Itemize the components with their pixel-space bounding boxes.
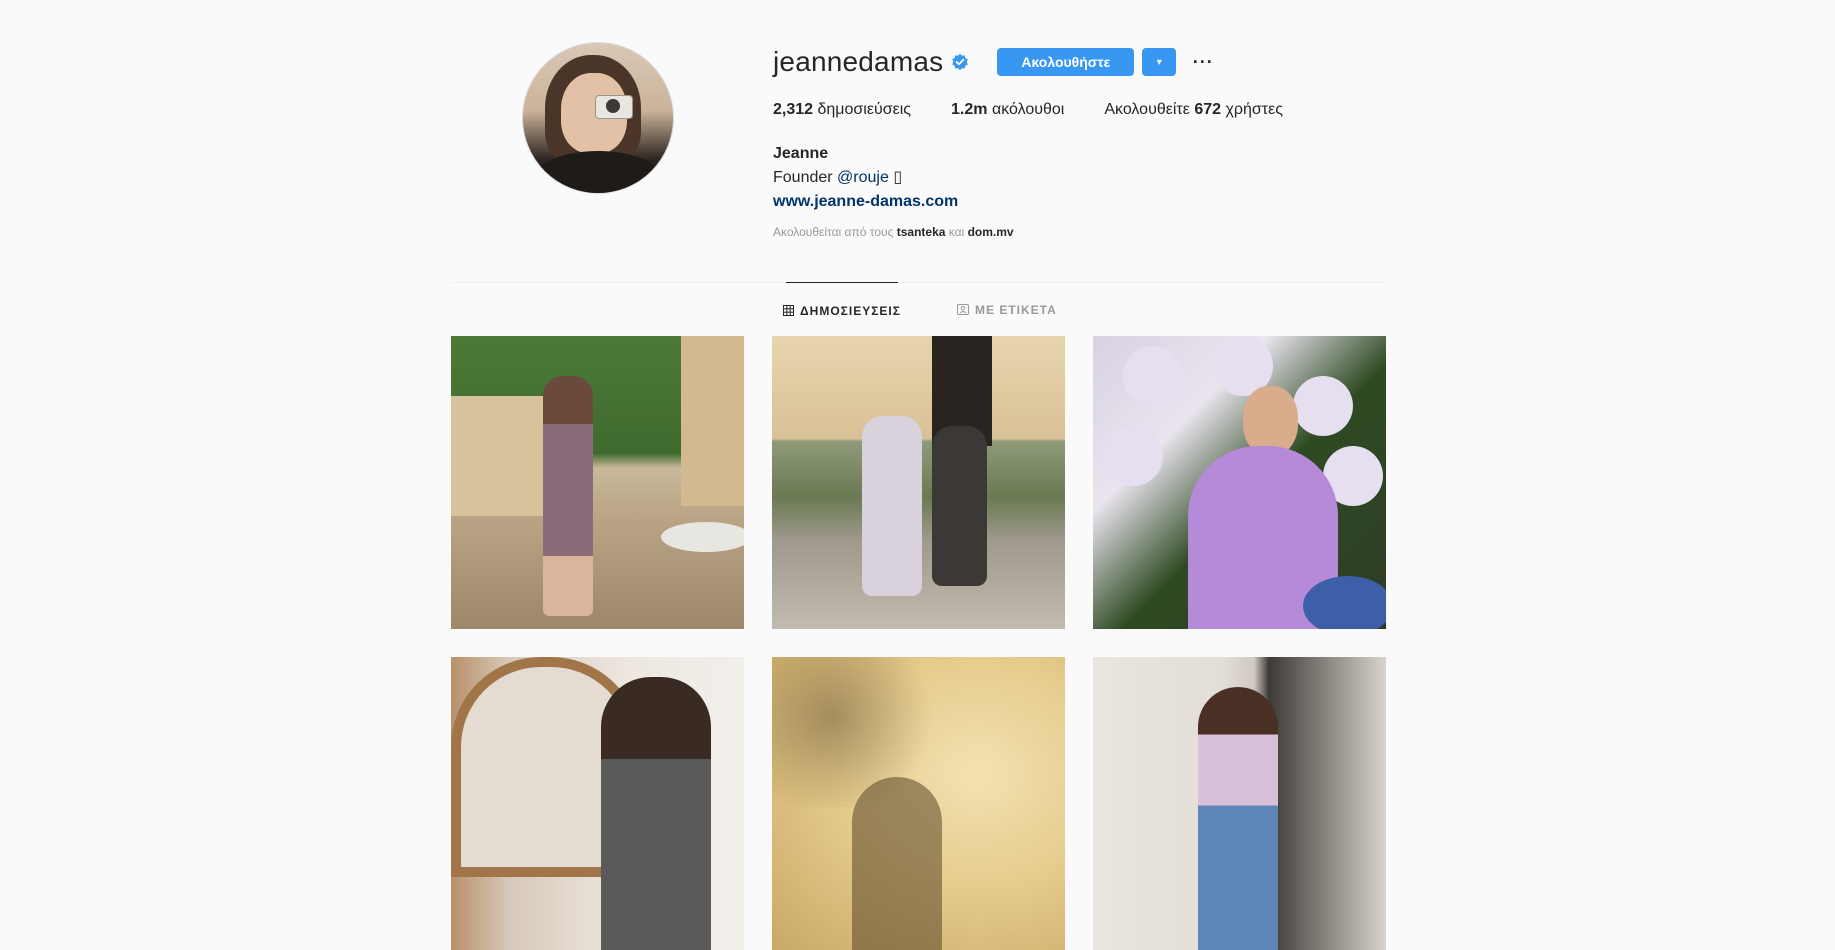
bio-prefix: Founder [773, 169, 833, 186]
post-thumbnail[interactable] [772, 336, 1065, 629]
followed-by-conj: και [948, 225, 965, 239]
post-image-flower [1293, 376, 1353, 436]
tagged-user-icon [957, 303, 969, 318]
tabs-divider [451, 282, 1386, 283]
grid-icon [783, 304, 795, 319]
posts-stat: 2,312 δημοσιεύσεις [773, 101, 911, 119]
followers-stat[interactable]: 1.2m ακόλουθοι [951, 101, 1064, 119]
followers-label: ακόλουθοι [991, 101, 1065, 118]
post-thumbnail[interactable] [1093, 657, 1386, 950]
avatar-shirt [537, 151, 659, 193]
posts-count: 2,312 [773, 101, 814, 118]
bio-emoji: ▯ [893, 169, 903, 186]
following-suffix: χρήστες [1225, 101, 1283, 118]
posts-label: δημοσιεύσεις [817, 101, 912, 118]
website-link[interactable]: www.jeanne-damas.com [773, 190, 958, 214]
post-image-plate [1303, 576, 1386, 629]
suggestions-dropdown-button[interactable]: ▾ [1142, 48, 1177, 76]
post-image-table [661, 522, 744, 552]
post-image-flower [1103, 426, 1163, 486]
post-image-person [543, 376, 593, 616]
chevron-down-icon: ▾ [1156, 56, 1162, 68]
following-count: 672 [1194, 101, 1222, 118]
post-thumbnail[interactable] [772, 657, 1065, 950]
post-thumbnail[interactable] [1093, 336, 1386, 629]
full-name: Jeanne [773, 145, 829, 162]
username-row: jeannedamas Ακολουθήστε ▾ ··· [773, 44, 1216, 80]
tab-posts[interactable]: ΔΗΜΟΣΙΕΥΣΕΙΣ [783, 282, 901, 339]
profile-avatar[interactable] [522, 42, 674, 194]
post-image-person [862, 416, 922, 596]
bio-mention-link[interactable]: @rouje [837, 169, 889, 186]
tab-tagged-label: ΜΕ ΕΤΙΚΕΤΑ [975, 303, 1057, 317]
post-image-wall [681, 336, 744, 506]
post-thumbnail[interactable] [451, 657, 744, 950]
more-options-icon[interactable]: ··· [1190, 48, 1216, 76]
follow-button[interactable]: Ακολουθήστε [997, 48, 1135, 76]
following-prefix: Ακολουθείτε [1104, 101, 1190, 118]
verified-badge-icon [952, 53, 969, 71]
username: jeannedamas [773, 46, 944, 77]
followed-by-prefix: Ακολουθείται από τους [773, 225, 894, 239]
followers-count: 1.2m [951, 101, 988, 118]
followed-by-text: Ακολουθείται από τους tsanteka και dom.m… [773, 225, 1014, 239]
profile-page: jeannedamas Ακολουθήστε ▾ ··· 2,312 δημο… [451, 0, 1386, 950]
post-image-flower [1123, 346, 1183, 406]
post-image-silhouette [852, 777, 942, 950]
post-image-person [932, 426, 987, 586]
tab-tagged[interactable]: ΜΕ ΕΤΙΚΕΤΑ [957, 282, 1057, 338]
post-image-person [1198, 687, 1278, 950]
post-image-person [601, 677, 711, 950]
bio-line: Founder @rouje ▯ [773, 166, 958, 190]
following-stat[interactable]: Ακολουθείτε 672 χρήστες [1104, 101, 1283, 119]
followed-by-user-1[interactable]: tsanteka [897, 225, 946, 239]
followed-by-user-2[interactable]: dom.mv [968, 225, 1014, 239]
post-thumbnail[interactable] [451, 336, 744, 629]
profile-stats: 2,312 δημοσιεύσεις 1.2m ακόλουθοι Ακολου… [773, 101, 1323, 119]
avatar-camera [595, 95, 633, 119]
tab-posts-label: ΔΗΜΟΣΙΕΥΣΕΙΣ [800, 304, 901, 318]
profile-bio: Jeanne Founder @rouje ▯ www.jeanne-damas… [773, 142, 958, 214]
posts-grid [451, 336, 1386, 950]
